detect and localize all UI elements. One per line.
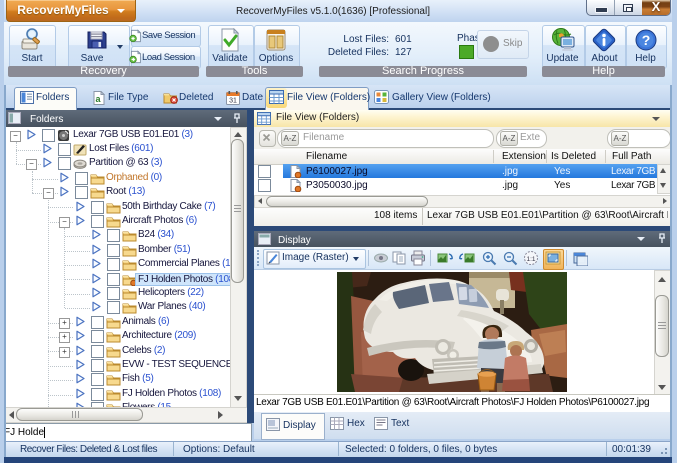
svg-text:31: 31 [229, 98, 237, 105]
svg-text:1:1: 1:1 [526, 256, 535, 263]
svg-text:?: ? [642, 32, 651, 48]
